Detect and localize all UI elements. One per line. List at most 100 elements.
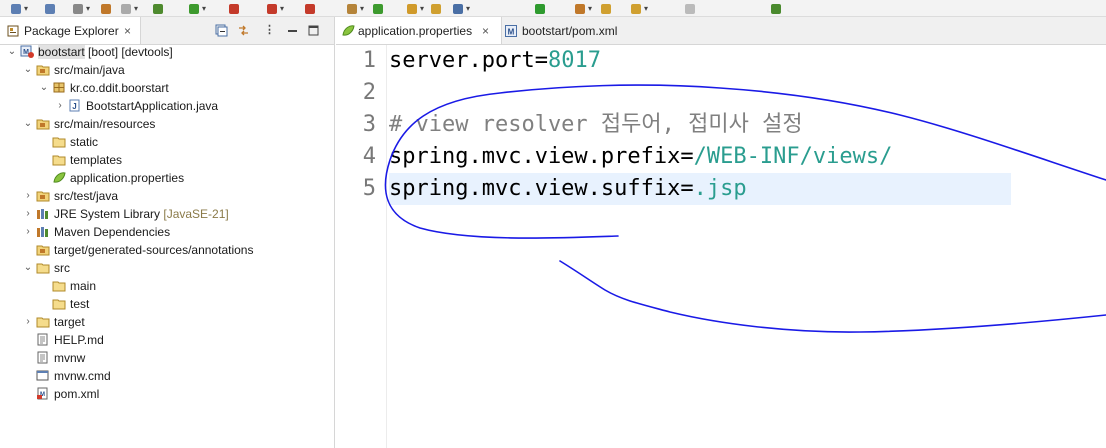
tree-item[interactable]: › JRE System Library [JavaSE-21]: [22, 205, 228, 223]
code-line[interactable]: # view resolver 접두어, 접미사 설정: [389, 109, 1011, 141]
debug-icon[interactable]: [152, 2, 164, 14]
maven-pom-icon: M: [505, 25, 517, 40]
property-value: 8017: [547, 48, 601, 73]
chevron-right-icon[interactable]: ›: [22, 313, 34, 331]
line-number: 2: [362, 80, 376, 105]
tab-label: application.properties: [358, 24, 473, 38]
tree-item[interactable]: templates: [38, 151, 122, 169]
prev-annotation-icon[interactable]: [600, 2, 612, 14]
chevron-right-icon[interactable]: ›: [54, 97, 66, 115]
console-icon[interactable]: [430, 2, 442, 14]
package-explorer-icon: [7, 24, 19, 37]
new-icon[interactable]: [10, 2, 22, 14]
tab-pom-xml[interactable]: M bootstart/pom.xml: [502, 17, 617, 44]
tree-item[interactable]: test: [38, 295, 89, 313]
open-task-icon[interactable]: [406, 2, 418, 14]
close-icon[interactable]: ×: [482, 25, 489, 37]
tree-item[interactable]: static: [38, 133, 98, 151]
tree-item[interactable]: Mpom.xml: [22, 385, 99, 403]
next-annotation-icon[interactable]: [574, 2, 586, 14]
tree-item[interactable]: mvnw: [22, 349, 85, 367]
refresh-icon[interactable]: [372, 2, 384, 14]
tree-item[interactable]: › src/test/java: [22, 187, 118, 205]
folder-icon: [36, 261, 50, 274]
dropdown-arrow-icon[interactable]: ▾: [280, 5, 284, 13]
save-icon[interactable]: [44, 2, 56, 14]
dropdown-arrow-icon[interactable]: ▾: [588, 5, 592, 13]
back-icon[interactable]: [630, 2, 642, 14]
xml-file-icon: M: [36, 387, 50, 400]
dropdown-arrow-icon[interactable]: ▾: [360, 5, 364, 13]
tree-item[interactable]: HELP.md: [22, 331, 104, 349]
folder-icon: [52, 135, 66, 148]
open-type-icon[interactable]: [346, 2, 358, 14]
tree-item-label: test: [70, 297, 90, 311]
dropdown-arrow-icon[interactable]: ▾: [202, 5, 206, 13]
boot-dashboard-icon[interactable]: [452, 2, 464, 14]
dropdown-arrow-icon[interactable]: ▾: [134, 5, 138, 13]
dropdown-arrow-icon[interactable]: ▾: [24, 5, 28, 13]
code-line[interactable]: server.port=8017: [389, 45, 1011, 77]
tree-item[interactable]: target/generated-sources/annotations: [22, 241, 253, 259]
undo-icon[interactable]: [100, 2, 112, 14]
library-icon: [36, 207, 50, 220]
dropdown-arrow-icon[interactable]: ▾: [420, 5, 424, 13]
tree-item[interactable]: ⌄ kr.co.ddit.boorstart: [38, 79, 169, 97]
chevron-right-icon[interactable]: ›: [22, 223, 34, 241]
tree-item[interactable]: main: [38, 277, 96, 295]
close-icon[interactable]: ×: [124, 25, 131, 37]
source-folder-icon: [36, 189, 50, 202]
power-icon[interactable]: [534, 2, 546, 14]
maximize-icon[interactable]: [307, 24, 320, 37]
tree-item-label: Maven Dependencies: [54, 225, 171, 239]
property-key: spring.mvc.view.suffix=: [389, 176, 694, 201]
chevron-right-icon[interactable]: ›: [22, 205, 34, 223]
forward-icon[interactable]: [684, 2, 696, 14]
tree-item-label: src: [54, 261, 70, 275]
chevron-down-icon[interactable]: ⌄: [22, 115, 34, 133]
property-key: spring.mvc.view.prefix=: [389, 144, 694, 169]
chevron-right-icon[interactable]: ›: [22, 187, 34, 205]
chevron-down-icon[interactable]: ⌄: [6, 43, 18, 61]
redo-icon[interactable]: [120, 2, 132, 14]
tree-item[interactable]: ⌄ src/main/java: [22, 61, 125, 79]
tree-item[interactable]: › J BootstartApplication.java: [54, 97, 218, 115]
view-menu-icon[interactable]: ⋮: [263, 24, 276, 37]
code-line[interactable]: spring.mvc.view.prefix=/WEB-INF/views/: [389, 141, 1011, 173]
line-number: 1: [362, 48, 376, 73]
external-tools-icon[interactable]: [304, 2, 316, 14]
source-folder-icon: [36, 117, 50, 130]
dropdown-arrow-icon[interactable]: ▾: [466, 5, 470, 13]
link-with-editor-icon[interactable]: [237, 24, 250, 37]
code-line[interactable]: [389, 77, 1011, 109]
run-config-icon[interactable]: [228, 2, 240, 14]
chevron-down-icon[interactable]: ⌄: [38, 79, 50, 97]
tree-item[interactable]: application.properties: [38, 169, 184, 187]
tree-item[interactable]: › target: [22, 313, 84, 331]
minimize-icon[interactable]: [286, 24, 299, 37]
stop-icon[interactable]: [266, 2, 278, 14]
tab-package-explorer[interactable]: Package Explorer ×: [0, 17, 141, 44]
dropdown-arrow-icon[interactable]: ▾: [86, 5, 90, 13]
code-line[interactable]: spring.mvc.view.suffix=.jsp: [389, 173, 1011, 205]
tree-item[interactable]: ⌄ Mbootstart [boot] [devtools]: [6, 43, 173, 61]
line-number-ruler: 1 2 3 4 5: [336, 45, 387, 448]
chevron-down-icon[interactable]: ⌄: [22, 259, 34, 277]
pin-icon[interactable]: [770, 2, 782, 14]
run-icon[interactable]: [188, 2, 200, 14]
tree-item[interactable]: mvnw.cmd: [22, 367, 111, 385]
tree-item[interactable]: › Maven Dependencies: [22, 223, 170, 241]
tree-item-label: JRE System Library: [54, 207, 161, 221]
save-all-icon[interactable]: [72, 2, 84, 14]
chevron-down-icon[interactable]: ⌄: [22, 61, 34, 79]
tree-item[interactable]: ⌄ src: [22, 259, 70, 277]
tree-item-label: src/main/resources: [54, 117, 156, 131]
tree-item[interactable]: ⌄ src/main/resources: [22, 115, 156, 133]
collapse-all-icon[interactable]: [215, 24, 228, 37]
package-icon: [52, 81, 66, 94]
main-toolbar: ▾ ▾ ▾ ▾ ▾ ▾ ▾ ▾ ▾ ▾: [0, 0, 1106, 17]
tree-item-label: mvnw: [54, 351, 86, 365]
tab-application-properties[interactable]: application.properties ×: [336, 17, 502, 44]
editor-tab-bar: application.properties × M bootstart/pom…: [336, 17, 1106, 45]
dropdown-arrow-icon[interactable]: ▾: [644, 5, 648, 13]
